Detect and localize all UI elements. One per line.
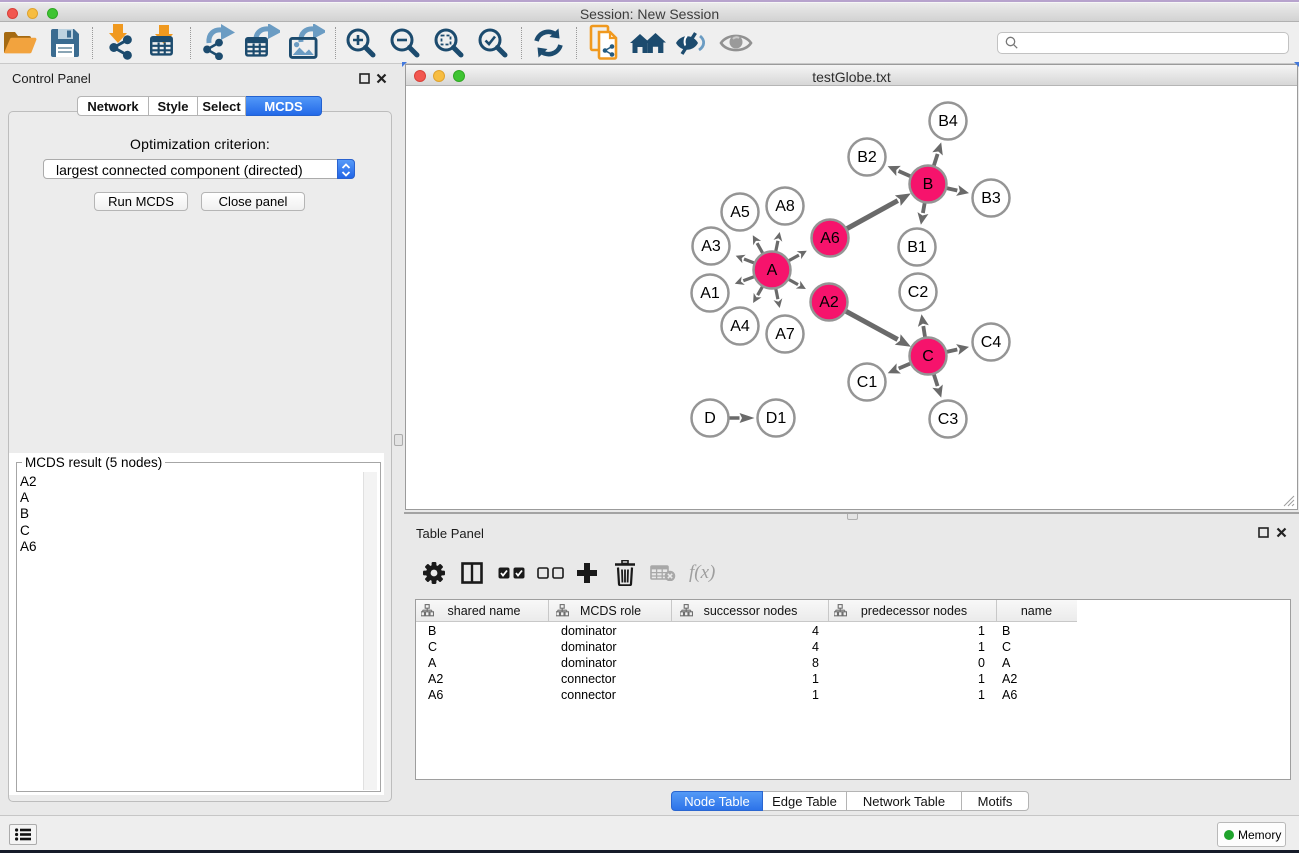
svg-text:C2: C2 [908,284,929,301]
svg-text:A: A [767,262,778,279]
svg-text:A6: A6 [820,230,840,247]
svg-text:A8: A8 [775,198,795,215]
svg-text:B4: B4 [938,113,958,130]
svg-text:C3: C3 [938,411,959,428]
svg-text:A1: A1 [700,285,720,302]
svg-text:C: C [922,348,934,365]
svg-text:A2: A2 [819,294,839,311]
svg-text:B2: B2 [857,149,877,166]
svg-text:B: B [923,176,934,193]
svg-text:A3: A3 [701,238,721,255]
svg-text:B3: B3 [981,190,1001,207]
svg-text:D: D [704,410,716,427]
svg-text:A7: A7 [775,326,795,343]
svg-text:C4: C4 [981,334,1002,351]
svg-text:D1: D1 [766,410,787,427]
svg-text:B1: B1 [907,239,927,256]
svg-text:A5: A5 [730,204,750,221]
svg-text:C1: C1 [857,374,878,391]
svg-text:A4: A4 [730,318,750,335]
